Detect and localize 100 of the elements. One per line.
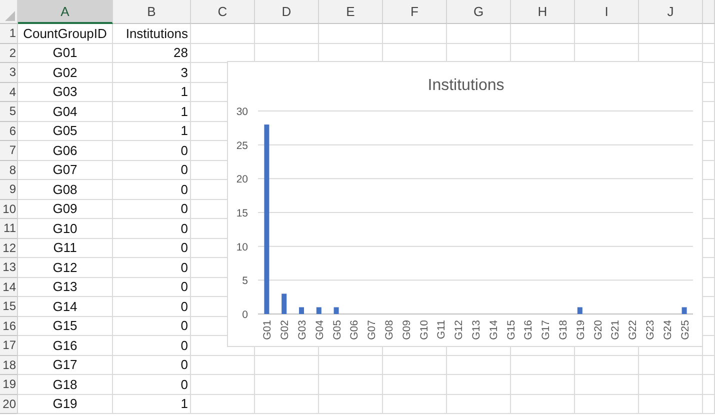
category-label: G16 [522,320,535,340]
row-header[interactable]: 5 [0,102,18,122]
empty-cell [191,356,255,375]
table-cell: 0 [113,297,191,316]
table-cell: G15 [18,316,113,336]
table-cell: G04 [18,102,113,122]
table-cell: 0 [113,375,191,394]
column-header[interactable]: J [639,0,703,24]
table-cell: G12 [18,258,113,278]
empty-cell [511,24,575,44]
category-label: G24 [662,320,674,340]
table-cell: 0 [113,141,191,160]
empty-cell [255,394,319,414]
axis-tick-label: 10 [236,241,248,254]
chart-bar [577,307,582,314]
category-label: G04 [314,320,326,340]
row-header[interactable]: 17 [0,336,18,356]
table-cell: G08 [18,180,113,200]
table-cell: G10 [18,219,113,238]
column-header[interactable]: F [383,0,447,24]
table-cell: G01 [18,44,113,63]
category-label: G06 [348,320,361,340]
empty-cell [703,394,715,414]
row-header[interactable]: 19 [0,375,18,394]
column-header[interactable]: H [511,0,575,24]
select-all-corner[interactable] [0,0,18,24]
category-label: G09 [400,320,413,340]
row-header[interactable]: 9 [0,180,18,200]
table-cell: G06 [18,141,113,160]
chart-bar [334,307,339,314]
column-header[interactable]: E [319,0,383,24]
axis-tick-label: 0 [242,309,248,321]
row-header[interactable]: 10 [0,200,18,219]
category-label: G22 [627,320,640,340]
column-header[interactable]: C [191,0,255,24]
empty-cell [383,375,447,394]
table-cell: 28 [113,44,191,63]
table-cell: G11 [18,238,113,258]
column-header[interactable]: I [575,0,639,24]
row-header[interactable]: 7 [0,141,18,160]
category-label: G13 [470,320,482,340]
category-label: G07 [366,320,378,340]
row-header[interactable]: 3 [0,63,18,82]
empty-cell [383,356,447,375]
category-label: G17 [540,320,552,340]
table-cell: G02 [18,63,113,82]
table-cell: 0 [113,336,191,356]
row-header[interactable]: 4 [0,82,18,102]
column-header[interactable]: D [255,0,319,24]
table-cell: 0 [113,258,191,278]
row-header[interactable]: 18 [0,356,18,375]
category-label: G02 [279,320,292,340]
row-header[interactable]: 2 [0,44,18,63]
table-cell: 0 [113,238,191,258]
table-cell: 0 [113,356,191,375]
column-header[interactable]: A [18,0,113,24]
column-header[interactable]: B [113,0,191,24]
table-cell: 0 [113,278,191,297]
row-header[interactable]: 8 [0,160,18,180]
table-cell: G16 [18,336,113,356]
table-cell: G19 [18,394,113,414]
table-cell: G05 [18,122,113,141]
row-header[interactable]: 20 [0,394,18,414]
table-cell: 0 [113,180,191,200]
table-cell: G18 [18,375,113,394]
column-header[interactable]: G [447,0,511,24]
empty-cell [447,356,511,375]
table-cell: 1 [113,394,191,414]
table-cell: 0 [113,160,191,180]
category-label: G10 [418,320,430,340]
row-header[interactable]: 13 [0,258,18,278]
table-cell: G07 [18,160,113,180]
axis-tick-label: 15 [236,208,248,220]
empty-cell [447,375,511,394]
row-header[interactable]: 14 [0,278,18,297]
row-header[interactable]: 11 [0,219,18,238]
row-header[interactable]: 1 [0,24,18,44]
chart-title: Institutions [428,77,504,94]
chart-bar [299,307,304,314]
table-cell: 0 [113,200,191,219]
table-cell: 0 [113,219,191,238]
row-header[interactable]: 16 [0,316,18,336]
row-header[interactable]: 6 [0,122,18,141]
table-cell: 1 [113,122,191,141]
category-label: G08 [384,320,396,340]
category-label: G11 [436,320,448,340]
row-header[interactable]: 12 [0,238,18,258]
column-header[interactable] [703,0,715,24]
empty-cell [511,356,575,375]
empty-cell [255,356,319,375]
empty-cell [639,24,703,44]
row-header[interactable]: 15 [0,297,18,316]
empty-cell [319,24,383,44]
empty-cell [191,394,255,414]
empty-cell [575,394,639,414]
table-cell: G14 [18,297,113,316]
empty-cell [255,375,319,394]
table-cell: Institutions [113,24,191,44]
table-cell: CountGroupID [18,24,113,44]
empty-cell [191,375,255,394]
